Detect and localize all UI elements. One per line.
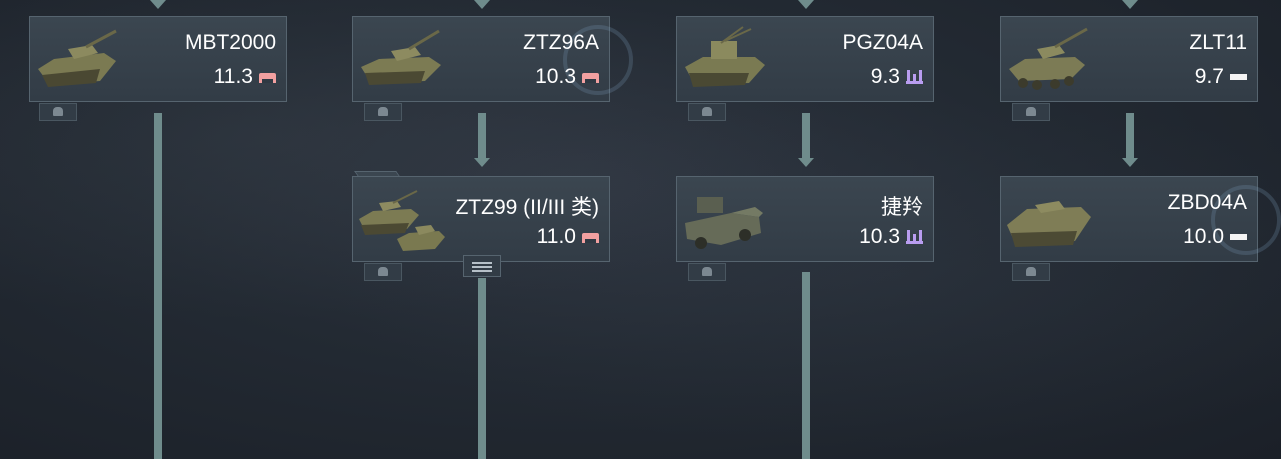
battle-rating: 10.3 <box>859 225 900 248</box>
battle-rating: 9.7 <box>1194 65 1224 88</box>
crew-slot-icon <box>1012 263 1050 281</box>
research-connector <box>1126 113 1134 160</box>
crew-slot-icon <box>1012 103 1050 121</box>
battle-rating-row: 9.3 <box>871 65 923 89</box>
heavy-tank-icon <box>582 232 599 243</box>
vehicle-name: MBT2000 <box>184 31 276 54</box>
battle-rating: 11.3 <box>213 65 253 88</box>
research-connector <box>802 272 810 459</box>
incoming-arrow <box>798 0 814 9</box>
incoming-arrow <box>150 0 166 9</box>
incoming-arrow <box>1122 0 1138 9</box>
crew-slot-icon <box>39 103 77 121</box>
spaa-icon <box>906 230 923 244</box>
vehicle-card-zlt11[interactable]: ZLT11 9.7 <box>1000 16 1258 102</box>
connector-arrow <box>798 158 814 167</box>
tank-image <box>361 29 441 85</box>
vehicle-name: ZTZ96A <box>523 31 599 54</box>
expand-group-button[interactable] <box>463 255 501 277</box>
battle-rating: 11.0 <box>536 225 576 248</box>
battle-rating-row: 11.0 <box>537 225 599 249</box>
vehicle-card-pgz04a[interactable]: PGZ04A 9.3 <box>676 16 934 102</box>
vehicle-name: PGZ04A <box>842 31 923 54</box>
research-connector <box>154 113 162 459</box>
vehicle-name: ZLT11 <box>1189 31 1247 54</box>
battle-rating-row: 10.0 <box>1183 225 1247 249</box>
vehicle-name: ZTZ99 (II/III 类) <box>455 196 599 219</box>
tank-image <box>38 29 117 87</box>
vehicle-card-ztz96a[interactable]: ZTZ96A 10.3 <box>352 16 633 102</box>
vehicle-name: 捷羚 <box>881 196 923 219</box>
crew-slot-icon <box>364 263 402 281</box>
incoming-arrow <box>474 0 490 9</box>
battle-rating-row: 10.3 <box>535 65 599 89</box>
vehicle-card-mbt2000[interactable]: MBT2000 11.3 <box>29 16 287 102</box>
connector-arrow <box>1122 158 1138 167</box>
spaa-image <box>685 26 765 87</box>
heavy-tank-icon <box>582 72 599 83</box>
crew-slot-icon <box>688 263 726 281</box>
spaa-icon <box>906 70 923 84</box>
connector-arrow <box>474 158 490 167</box>
crew-slot-icon <box>364 103 402 121</box>
battle-rating: 10.3 <box>535 65 576 88</box>
crew-slot-icon <box>688 103 726 121</box>
vehicle-card-ztz99-group[interactable]: ZTZ99 (II/III 类) 11.0 <box>352 176 610 262</box>
battle-rating-row: 10.3 <box>859 225 923 249</box>
light-tank-icon <box>1230 74 1247 80</box>
battle-rating: 9.3 <box>870 65 900 88</box>
research-connector <box>478 278 486 459</box>
truck-image <box>685 197 763 249</box>
vehicle-card-jieling[interactable]: 捷羚 10.3 <box>676 176 934 262</box>
research-connector <box>478 113 486 160</box>
vehicle-name: ZBD04A <box>1167 191 1247 214</box>
wheeled-tank-image <box>1009 27 1088 90</box>
tank-group-image <box>359 190 445 251</box>
light-tank-icon <box>1230 234 1247 240</box>
heavy-tank-icon <box>259 72 276 83</box>
ifv-image <box>1007 201 1091 247</box>
battle-rating-row: 11.3 <box>214 65 276 89</box>
vehicle-card-zbd04a[interactable]: ZBD04A 10.0 <box>1000 176 1281 262</box>
battle-rating: 10.0 <box>1183 225 1224 248</box>
battle-rating-row: 9.7 <box>1195 65 1247 89</box>
research-connector <box>802 113 810 160</box>
